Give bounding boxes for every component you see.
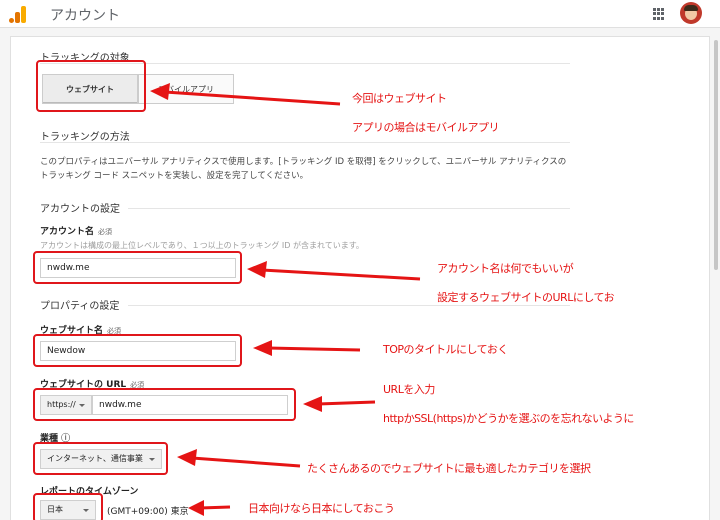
red-arrow-icon (177, 449, 301, 468)
annotation-url-1: URLを入力 (383, 383, 435, 396)
annotation-account-1: アカウント名は何でもいいが (437, 262, 574, 275)
red-arrow-icon (150, 83, 341, 106)
annotation-website-2: アプリの場合はモバイルアプリ (352, 121, 500, 134)
red-arrow-icon (253, 340, 361, 356)
annotation-website-name: TOPのタイトルにしておく (383, 343, 508, 356)
annotation-url-2: httpかSSL(https)かどうかを選ぶのを忘れないように (383, 412, 634, 425)
annotation-account-2: 設定するウェブサイトのURLにしてお (437, 291, 615, 304)
annotation-timezone: 日本向けなら日本にしておこう (248, 502, 395, 515)
annotation-arrows (150, 83, 421, 516)
red-arrow-icon (188, 500, 231, 516)
red-arrow-icon (303, 396, 376, 412)
red-arrow-icon (247, 261, 421, 281)
annotation-website-1: 今回はウェブサイト (352, 92, 447, 105)
annotation-industry: たくさんあるのでウェブサイトに最も適したカテゴリを選択 (307, 462, 591, 475)
